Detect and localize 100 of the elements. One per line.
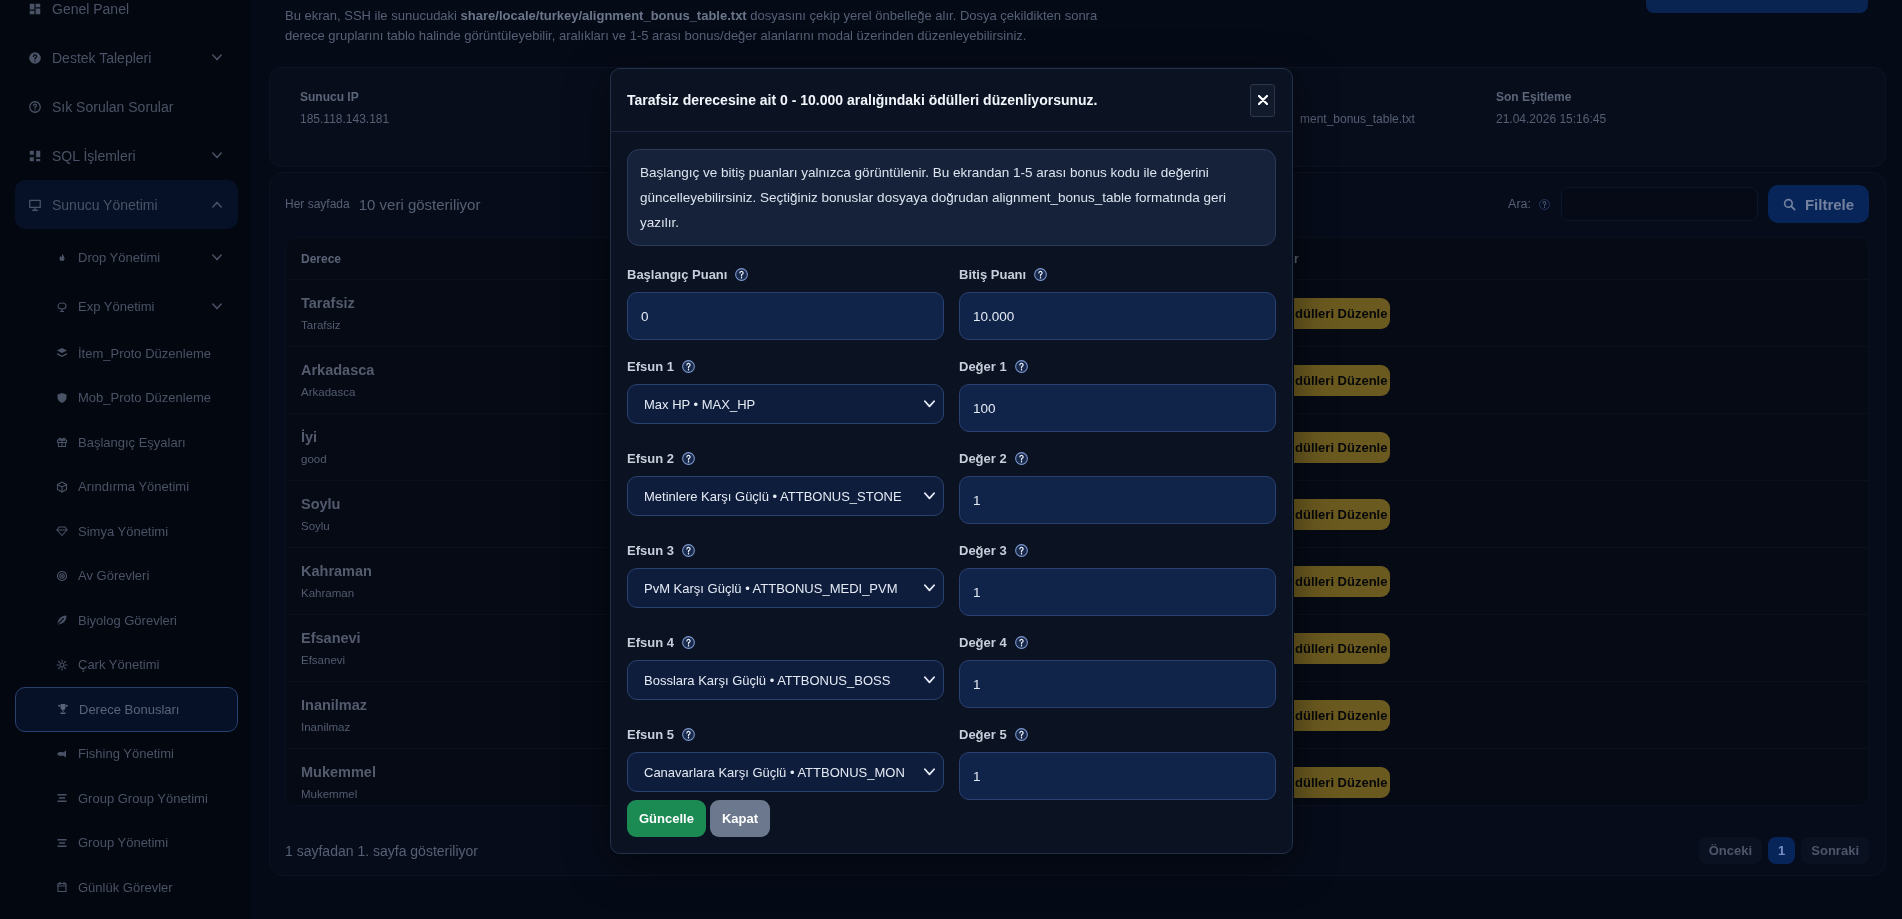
field-label: Başlangıç Puanı — [627, 266, 728, 282]
field-label: Efsun 5 — [627, 726, 674, 742]
help-icon[interactable] — [1034, 267, 1048, 281]
sidebar-subitem[interactable]: Exp Yönetimi — [15, 282, 238, 331]
page-button[interactable]: 1 — [1768, 837, 1796, 864]
edit-rewards-button[interactable]: dülleri Düzenle — [1294, 431, 1390, 463]
help-icon[interactable] — [1014, 359, 1028, 373]
help-icon[interactable] — [735, 267, 749, 281]
edit-rewards-button[interactable]: dülleri Düzenle — [1294, 364, 1390, 396]
rank-code: Mukemmel — [301, 787, 358, 801]
target-icon — [56, 569, 68, 582]
help-icon[interactable] — [681, 635, 695, 649]
info-value: ment_bonus_table.txt — [1300, 111, 1415, 127]
number-input[interactable]: 1 — [959, 476, 1276, 524]
cube-icon — [56, 480, 68, 493]
number-input[interactable]: 1 — [959, 752, 1276, 800]
info-label: Son Eşitleme — [1496, 89, 1572, 105]
sidebar-subitem[interactable]: Group Yönetimi — [15, 820, 238, 865]
chevron-up-icon — [212, 201, 222, 208]
sidebar-subitem[interactable]: İtem_Proto Düzenleme — [15, 331, 238, 376]
close-button[interactable] — [1250, 83, 1275, 117]
field-label: Efsun 2 — [627, 450, 674, 466]
help-icon[interactable] — [1014, 635, 1028, 649]
chevron-down-icon — [212, 303, 222, 310]
bonus-select[interactable]: Metinlere Karşı Güçlü • ATTBONUS_STONE — [627, 476, 944, 516]
page-info: 1 sayfadan 1. sayfa gösteriliyor — [285, 842, 478, 859]
number-input[interactable]: 0 — [627, 292, 944, 340]
info-value: 185.118.143.181 — [300, 111, 390, 127]
rank-name: Kahraman — [301, 562, 372, 580]
edit-rewards-button[interactable]: dülleri Düzenle — [1294, 565, 1390, 597]
rank-code: good — [301, 452, 327, 466]
help-icon[interactable] — [681, 543, 695, 557]
rank-code: Soylu — [301, 519, 330, 533]
help-icon[interactable] — [681, 451, 695, 465]
chevron-down-icon — [924, 676, 935, 684]
sidebar-subitem[interactable]: Biyolog Görevleri — [15, 598, 238, 643]
sidebar-item[interactable]: Genel Panel — [15, 0, 238, 33]
number-input[interactable]: 1 — [959, 568, 1276, 616]
rank-code: Efsanevi — [301, 653, 346, 667]
field-label: Efsun 4 — [627, 634, 674, 650]
info-value: 21.04.2026 15:16:45 — [1496, 111, 1607, 127]
filter-button[interactable]: Filtrele — [1768, 185, 1869, 223]
rank-code: Kahraman — [301, 586, 355, 600]
dashboard-icon — [28, 1, 42, 16]
update-button[interactable]: Güncelle — [627, 800, 706, 837]
edit-rewards-button[interactable]: dülleri Düzenle — [1294, 297, 1390, 329]
help-icon[interactable] — [1014, 727, 1028, 741]
page-size-value[interactable]: 10 veri gösteriliyor — [358, 195, 481, 213]
layers-icon — [56, 347, 68, 360]
bonus-select[interactable]: Max HP • MAX_HP — [627, 384, 944, 424]
field-label: Değer 1 — [959, 358, 1007, 374]
number-input[interactable]: 100 — [959, 384, 1276, 432]
sidebar-subitem[interactable]: Av Görevleri — [15, 553, 238, 598]
edit-rewards-button[interactable]: dülleri Düzenle — [1294, 498, 1390, 530]
sidebar-item[interactable]: Sunucu Yönetimi — [15, 180, 238, 229]
help-icon[interactable] — [681, 359, 695, 373]
sidebar-subitem[interactable]: Mob_Proto Düzenleme — [15, 375, 238, 420]
sidebar-subitem[interactable]: Arındırma Yönetimi — [15, 464, 238, 509]
shield-icon — [56, 391, 68, 404]
field-label: Bitiş Puanı — [959, 266, 1027, 282]
calendar-icon — [56, 881, 68, 894]
sidebar-subitem[interactable]: Başlangıç Eşyaları — [15, 420, 238, 465]
sidebar-subitem[interactable]: Fishing Yönetimi — [15, 731, 238, 776]
edit-rewards-button[interactable]: dülleri Düzenle — [1294, 766, 1390, 798]
sidebar-subitem[interactable]: Çark Yönetimi — [15, 642, 238, 687]
rank-name: Inanilmaz — [301, 696, 368, 714]
sidebar-subitem[interactable]: Derece Bonusları — [15, 687, 238, 732]
edit-rewards-button[interactable]: dülleri Düzenle — [1294, 699, 1390, 731]
help-icon[interactable] — [681, 727, 695, 741]
monitor-icon — [28, 197, 42, 212]
sun-icon — [56, 658, 68, 671]
sidebar-subitem[interactable]: Group Group Yönetimi — [15, 776, 238, 821]
rank-code: Tarafsiz — [301, 318, 341, 332]
rank-name: Soylu — [301, 495, 341, 513]
edit-rewards-button[interactable]: dülleri Düzenle — [1294, 632, 1390, 664]
info-label: Sunucu IP — [300, 89, 359, 105]
field-label: Değer 5 — [959, 726, 1007, 742]
column-header: r — [1294, 251, 1299, 266]
sidebar-item[interactable]: SQL İşlemleri — [15, 131, 238, 180]
info-box: Başlangıç ve bitiş puanları yalnızca görüntülenir. Bu ekrandan 1-5 arası bonus kodu ile değerini güncelleyebilirsiniz. Seçtiğiniz bonuslar dosyaya doğrudan alignment_bonus_table formatında geri yazılır. — [627, 149, 1276, 246]
bonus-select[interactable]: Canavarlara Karşı Güçlü • ATTBONUS_MON — [627, 752, 944, 792]
rank-name: Arkadasca — [301, 361, 375, 379]
search-icon — [1782, 197, 1796, 211]
number-input[interactable]: 1 — [959, 660, 1276, 708]
help-icon[interactable] — [1014, 451, 1028, 465]
chevron-down-icon — [924, 584, 935, 592]
chevron-down-icon — [212, 54, 222, 61]
bonus-select[interactable]: Bosslara Karşı Güçlü • ATTBONUS_BOSS — [627, 660, 944, 700]
sidebar-subitem[interactable]: Drop Yönetimi — [15, 233, 238, 282]
sidebar-subitem[interactable]: Günlük Görevler — [15, 865, 238, 910]
rank-name: İyi — [301, 428, 318, 446]
bonus-select[interactable]: PvM Karşı Güçlü • ATTBONUS_MEDI_PVM — [627, 568, 944, 608]
sidebar-item[interactable]: Destek Talepleri — [15, 33, 238, 82]
help-icon[interactable] — [1014, 543, 1028, 557]
close-button[interactable]: Kapat — [709, 800, 771, 837]
sidebar-item[interactable]: Sık Sorulan Sorular — [15, 82, 238, 131]
number-input[interactable]: 10.000 — [959, 292, 1276, 340]
search-label: Ara: — [1508, 197, 1531, 211]
field-label: Değer 3 — [959, 542, 1007, 558]
sidebar-subitem[interactable]: Simya Yönetimi — [15, 509, 238, 554]
